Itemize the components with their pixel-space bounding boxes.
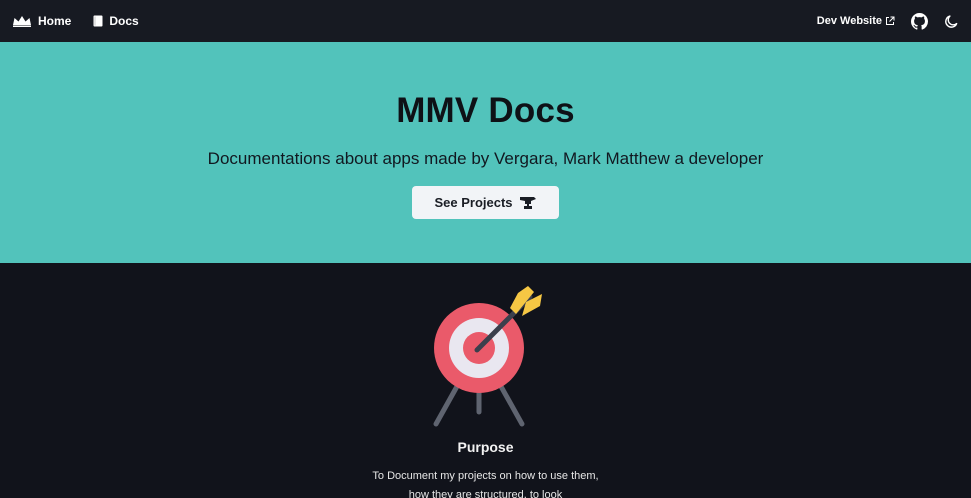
top-navbar: Home Docs Dev Website (0, 0, 971, 42)
hero-section: MMV Docs Documentations about apps made … (0, 42, 971, 263)
see-projects-label: See Projects (434, 195, 513, 210)
anvil-icon (519, 195, 537, 211)
github-icon[interactable] (911, 12, 928, 30)
moon-icon[interactable] (944, 14, 959, 29)
see-projects-button[interactable]: See Projects (412, 186, 559, 219)
docs-link[interactable]: Docs (93, 14, 139, 28)
external-link-icon (885, 16, 895, 26)
home-link-label: Home (38, 14, 72, 28)
feature-title: Purpose (457, 439, 514, 455)
nav-left: Home Docs (12, 14, 139, 28)
crown-icon (12, 15, 32, 27)
hero-subtitle: Documentations about apps made by Vergar… (207, 149, 764, 168)
dev-website-link[interactable]: Dev Website (817, 15, 895, 27)
home-link[interactable]: Home (12, 14, 71, 28)
page-title: MMV Docs (396, 91, 575, 130)
target-icon (430, 286, 542, 433)
nav-right: Dev Website (817, 12, 959, 30)
docs-link-label: Docs (109, 14, 139, 28)
feature-description: To Document my projects on how to use th… (372, 470, 599, 498)
dev-website-label: Dev Website (816, 15, 882, 27)
book-icon (93, 15, 103, 27)
features-section: Purpose To Document my projects on how t… (0, 263, 971, 498)
